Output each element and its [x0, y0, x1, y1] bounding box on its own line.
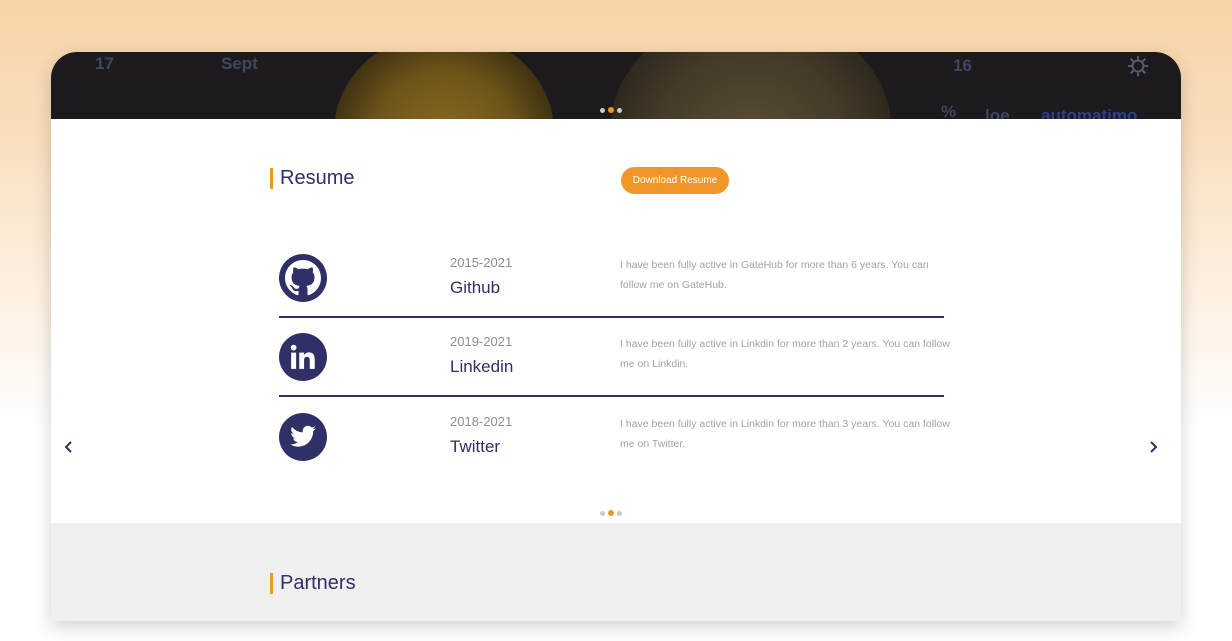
- carousel-dot-active[interactable]: [608, 510, 614, 516]
- item-name: Github: [450, 278, 501, 297]
- hero-bg-text: 17: [95, 54, 114, 73]
- partners-section: Partners: [51, 523, 1181, 621]
- carousel-dot[interactable]: [600, 107, 605, 113]
- chevron-left-icon: [64, 441, 72, 453]
- bitcoin-image: [334, 52, 554, 119]
- carousel-prev-button[interactable]: [59, 437, 79, 457]
- download-resume-button[interactable]: Download Resume: [621, 167, 729, 194]
- hero-banner: 17 Sept 16 % loe automatimo: [51, 52, 1181, 119]
- item-name: Linkedin: [450, 357, 514, 376]
- resume-item-twitter: 2018-2021 Twitter I have been fully acti…: [279, 397, 950, 477]
- carousel-dot-active[interactable]: [608, 107, 614, 113]
- gear-icon: [1127, 55, 1149, 82]
- carousel-next-button[interactable]: [1143, 437, 1163, 457]
- carousel-dot[interactable]: [617, 510, 622, 516]
- item-years: 2018-2021: [450, 414, 513, 429]
- carousel-dot[interactable]: [600, 510, 605, 516]
- resume-item-github: 2015-2021 Github I have been fully activ…: [279, 238, 944, 318]
- chevron-right-icon: [1150, 441, 1158, 453]
- github-icon[interactable]: [279, 254, 327, 302]
- ethereum-image: [611, 52, 891, 119]
- browser-frame: 17 Sept 16 % loe automatimo Resume Downl…: [51, 52, 1181, 621]
- carousel-dot[interactable]: [617, 107, 622, 113]
- resume-carousel-dots: [600, 510, 622, 516]
- item-name: Twitter: [450, 437, 501, 456]
- item-years: 2015-2021: [450, 255, 513, 270]
- hero-carousel-dots: [600, 107, 622, 113]
- item-description: I have been fully active in Linkdin for …: [620, 338, 950, 370]
- hero-bg-text: automatimo: [1041, 106, 1138, 119]
- item-description: I have been fully active in Linkdin for …: [620, 418, 950, 450]
- item-years: 2019-2021: [450, 334, 513, 349]
- hero-bg-text: 16: [953, 56, 972, 75]
- resume-section: Resume Download Resume 2015-2021 Github …: [51, 119, 1181, 523]
- hero-bg-text: loe: [985, 106, 1010, 119]
- linkedin-icon[interactable]: [279, 333, 327, 381]
- twitter-icon[interactable]: [279, 413, 327, 461]
- partners-title: Partners: [270, 573, 356, 594]
- item-description: I have been fully active in GateHub for …: [620, 259, 929, 291]
- hero-bg-text: Sept: [221, 54, 258, 73]
- resume-title: Resume: [270, 168, 354, 189]
- hero-bg-text: %: [941, 102, 957, 119]
- resume-item-linkedin: 2019-2021 Linkedin I have been fully act…: [279, 317, 950, 397]
